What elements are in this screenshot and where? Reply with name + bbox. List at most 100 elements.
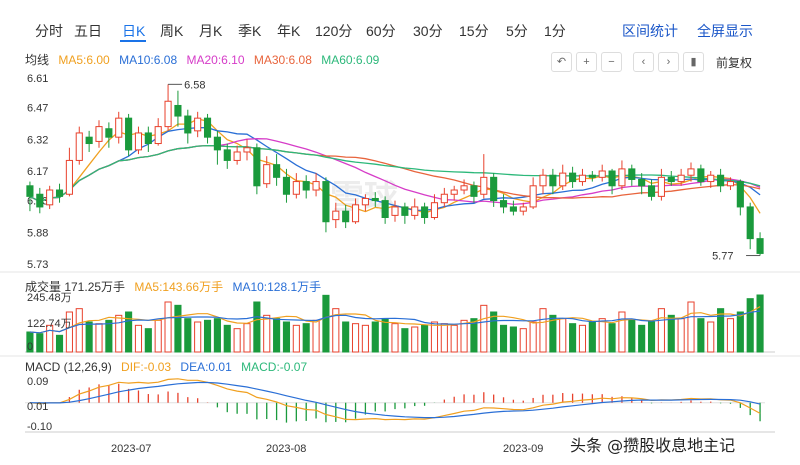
candle-body (125, 117, 133, 151)
candle-body (707, 174, 715, 183)
candle-body (638, 178, 646, 187)
candle-body (95, 126, 103, 142)
macd-tick-label: 0.01 (27, 401, 48, 413)
candle-body (598, 170, 606, 178)
candle-body (549, 174, 557, 187)
volume-bar (569, 323, 577, 353)
candle-body (55, 189, 64, 197)
candle-body (312, 181, 320, 191)
candle-body (519, 206, 527, 212)
volume-bar (529, 321, 537, 353)
volume-bar (361, 324, 369, 353)
volume-bar (707, 321, 715, 353)
candle-body (26, 185, 34, 197)
candle-body (36, 193, 44, 208)
candle-body (726, 181, 735, 187)
candle-body (174, 104, 182, 117)
candle-body (539, 174, 547, 187)
volume-bar (509, 326, 517, 353)
candle-body (470, 185, 478, 197)
candle-body (371, 197, 379, 202)
kline-chart[interactable]: 6.616.476.326.176.035.885.736.585.77245.… (0, 0, 800, 465)
candle-body (687, 168, 695, 176)
date-tick-label: 2023-09 (503, 443, 543, 455)
volume-bar (440, 323, 448, 353)
candle-body (381, 200, 389, 219)
volume-bar (184, 318, 192, 353)
volume-bar (756, 294, 764, 353)
candle-body (647, 185, 656, 197)
volume-bar (95, 323, 103, 353)
dif-line (29, 378, 761, 421)
volume-bar (154, 319, 162, 353)
candle-body (164, 100, 172, 128)
candle-body (677, 174, 685, 183)
candle-body (115, 117, 123, 138)
volume-bar (667, 314, 675, 353)
candle-body (667, 176, 675, 183)
volume-bar (282, 321, 291, 353)
volume-bar (726, 318, 735, 353)
volume-tick-label: 245.48万 (27, 292, 72, 304)
candle-body (509, 206, 517, 212)
candle-body (282, 176, 291, 195)
price-tick-label: 6.61 (27, 73, 48, 85)
volume-bar (401, 328, 409, 353)
candle-body (75, 132, 83, 161)
volume-bar (598, 318, 606, 353)
volume-bar (657, 308, 665, 353)
volume-bar (55, 334, 64, 353)
candle-body (697, 168, 705, 183)
volume-bar (164, 301, 172, 353)
price-tick-label: 5.88 (27, 227, 48, 239)
volume-bar (223, 324, 231, 353)
dea-line (29, 381, 761, 419)
candle-body (450, 189, 458, 195)
volume-bar (559, 318, 567, 353)
candle-body (134, 132, 143, 151)
price-tick-label: 6.32 (27, 134, 48, 146)
volume-bar (391, 323, 399, 353)
volume-bar (213, 318, 221, 353)
candle-body (322, 181, 330, 223)
volume-tick-label: 0 (27, 341, 33, 353)
volume-bar (499, 324, 508, 353)
volume-bar (134, 324, 143, 353)
volume-bar (460, 319, 468, 353)
volume-bar (144, 328, 152, 353)
volume-bar (588, 321, 596, 353)
candle-body (223, 149, 231, 161)
low-price-label: 5.77 (712, 251, 733, 263)
volume-bar (233, 328, 241, 353)
volume-bar (578, 324, 587, 353)
candle-body (194, 117, 202, 132)
volume-bar (263, 314, 271, 353)
volume-bar (292, 324, 300, 353)
volume-bar (253, 301, 261, 353)
candle-body (273, 164, 281, 178)
candle-body (105, 128, 113, 138)
volume-bar (243, 323, 251, 353)
volume-bar (618, 311, 626, 353)
volume-bar (450, 324, 458, 353)
candle-body (253, 147, 261, 187)
candle-body (608, 170, 616, 187)
candle-body (588, 174, 596, 178)
macd-tick-label: -0.10 (27, 421, 52, 433)
volume-bar (421, 324, 429, 353)
candle-body (411, 206, 419, 216)
volume-bar (312, 319, 320, 353)
candle-body (529, 185, 537, 208)
candle-body (213, 136, 221, 151)
candle-body (391, 206, 399, 216)
candle-body (578, 174, 587, 183)
volume-bar (480, 304, 488, 353)
volume-bar (322, 294, 330, 353)
volume-bar (519, 328, 527, 353)
volume-bar (697, 318, 705, 353)
macd-tick-label: 0.09 (27, 376, 48, 388)
volume-bar (342, 321, 350, 353)
volume-bar (411, 326, 419, 353)
candle-body (440, 193, 448, 204)
candle-body (154, 126, 162, 145)
